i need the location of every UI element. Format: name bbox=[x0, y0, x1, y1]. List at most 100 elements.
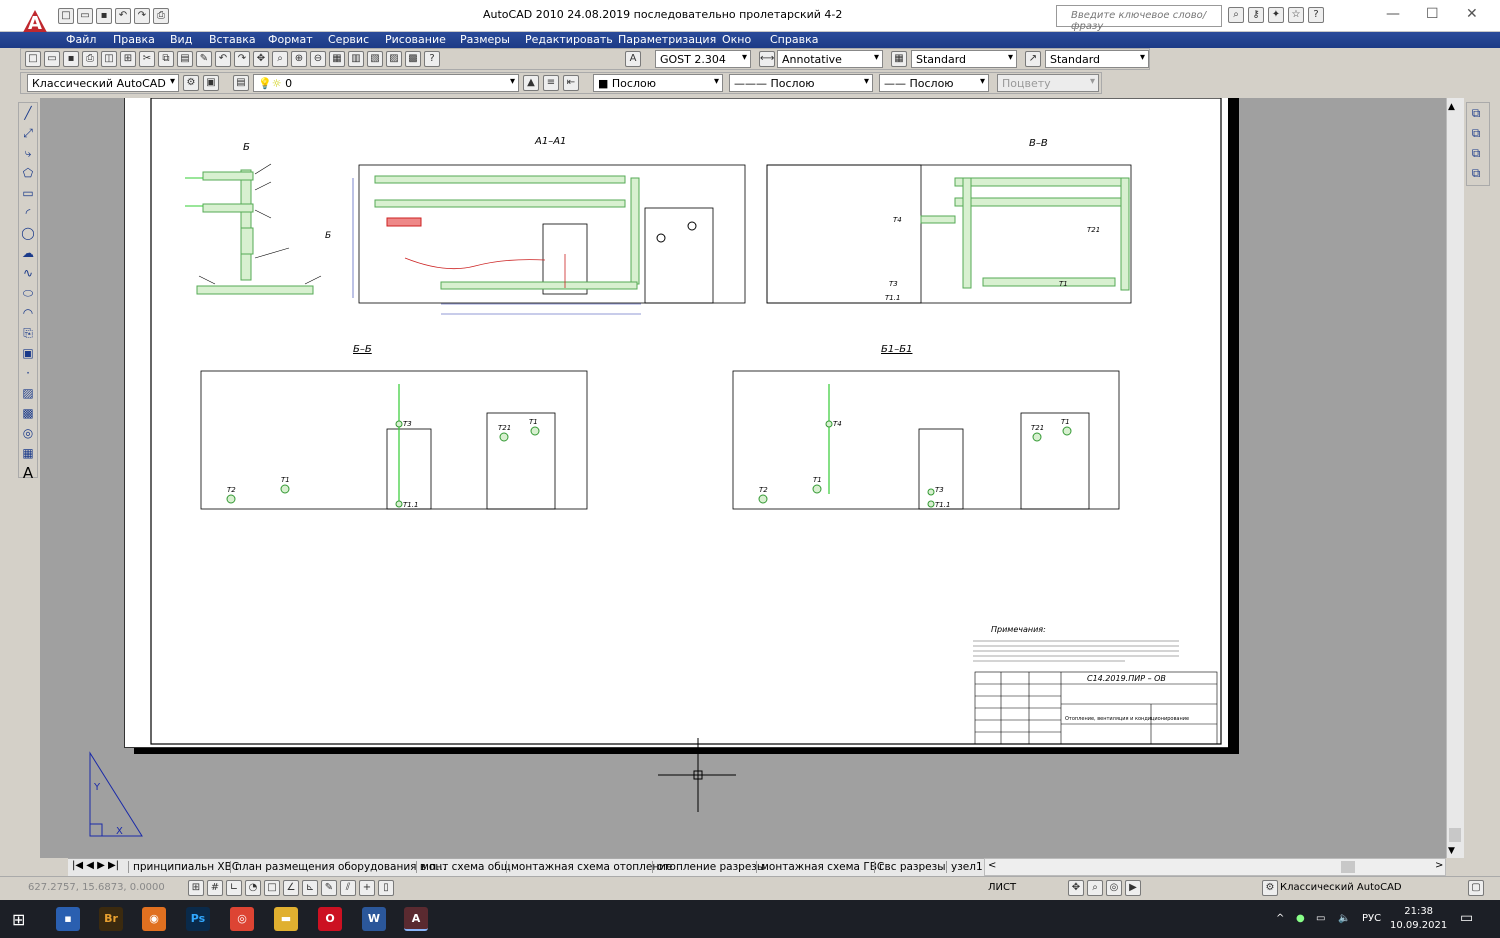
mtext-icon[interactable]: A bbox=[20, 465, 36, 481]
table-style-select[interactable]: Standard bbox=[911, 50, 1017, 68]
plotstyle-select[interactable]: Поцвету bbox=[997, 74, 1099, 92]
explorer-app-icon[interactable]: ▬ bbox=[274, 907, 298, 931]
paste-icon[interactable]: ▤ bbox=[177, 51, 193, 67]
cut-icon[interactable]: ✂ bbox=[139, 51, 155, 67]
menu-format[interactable]: Формат bbox=[268, 33, 313, 46]
otrack-icon[interactable]: ∠ bbox=[283, 880, 299, 896]
space-toggle[interactable]: ЛИСТ bbox=[988, 882, 1016, 893]
word-app-icon[interactable]: W bbox=[362, 907, 386, 931]
layer-manager-icon[interactable]: ▤ bbox=[233, 75, 249, 91]
open-icon[interactable]: ▭ bbox=[44, 51, 60, 67]
save-tb-icon[interactable]: ▪ bbox=[63, 51, 79, 67]
layer-select[interactable]: 💡☼ 0 bbox=[253, 74, 519, 92]
make-current-icon[interactable]: ▲ bbox=[523, 75, 539, 91]
tab-layout-6[interactable]: монтажная схема ГВС bbox=[756, 861, 884, 873]
menu-parametric[interactable]: Параметризация bbox=[618, 33, 716, 46]
scroll-right-icon[interactable]: > bbox=[1435, 860, 1443, 871]
zoom-status-icon[interactable]: ⌕ bbox=[1087, 880, 1103, 896]
bring-front-icon[interactable]: ⧉ bbox=[1468, 105, 1484, 121]
photoshop-app-icon[interactable]: Ps bbox=[186, 907, 210, 931]
clean-screen-icon[interactable]: ▢ bbox=[1468, 880, 1484, 896]
send-under-icon[interactable]: ⧉ bbox=[1468, 165, 1484, 181]
workspace-toggle-icon[interactable]: ▣ bbox=[203, 75, 219, 91]
point-icon[interactable]: · bbox=[20, 365, 36, 381]
layer-prev-icon[interactable]: ⇤ bbox=[563, 75, 579, 91]
dim-style-select[interactable]: Annotative bbox=[777, 50, 883, 68]
scroll-thumb[interactable] bbox=[1449, 828, 1461, 842]
preview-icon[interactable]: ◫ bbox=[101, 51, 117, 67]
new-file-icon[interactable]: □ bbox=[58, 8, 74, 24]
star-icon[interactable]: ☆ bbox=[1288, 7, 1304, 23]
menu-view[interactable]: Вид bbox=[170, 33, 192, 46]
tab-layout-5[interactable]: отопление разрезы bbox=[652, 861, 765, 873]
maximize-icon[interactable]: ☐ bbox=[1426, 6, 1439, 22]
polyline-icon[interactable]: ⤷ bbox=[20, 145, 36, 161]
ellipse-icon[interactable]: ⬭ bbox=[20, 285, 36, 301]
scroll-up-icon[interactable]: ▲ bbox=[1448, 102, 1455, 112]
redo-icon[interactable]: ↷ bbox=[134, 8, 150, 24]
sc-icon[interactable]: ▯ bbox=[378, 880, 394, 896]
zoom-window-icon[interactable]: ⊕ bbox=[291, 51, 307, 67]
help-icon[interactable]: ? bbox=[1308, 7, 1324, 23]
workspace-status[interactable]: Классический AutoCAD bbox=[1280, 882, 1402, 893]
tab-layout-7[interactable]: гвс разрезы bbox=[874, 861, 946, 873]
circle-icon[interactable]: ◯ bbox=[20, 225, 36, 241]
table-icon[interactable]: ▦ bbox=[20, 445, 36, 461]
horizontal-scrollbar[interactable]: < > bbox=[984, 858, 1446, 876]
key-icon[interactable]: ⚷ bbox=[1248, 7, 1264, 23]
tab-layout-8[interactable]: узел1 bbox=[946, 861, 983, 873]
workspace-gear-icon[interactable]: ⚙ bbox=[1262, 880, 1278, 896]
tray-app-icon[interactable]: ● bbox=[1296, 913, 1305, 924]
match-prop-icon[interactable]: ✎ bbox=[196, 51, 212, 67]
polar-icon[interactable]: ◔ bbox=[245, 880, 261, 896]
hatch-icon[interactable]: ▨ bbox=[20, 385, 36, 401]
network-icon[interactable]: ▭ bbox=[1316, 913, 1325, 924]
redo-tb-icon[interactable]: ↷ bbox=[234, 51, 250, 67]
menu-draw[interactable]: Рисование bbox=[385, 33, 446, 46]
hscroll-thumb[interactable] bbox=[1341, 861, 1355, 873]
undo-tb-icon[interactable]: ↶ bbox=[215, 51, 231, 67]
calc-icon[interactable]: ▩ bbox=[405, 51, 421, 67]
minimize-icon[interactable]: — bbox=[1386, 6, 1400, 22]
showmotion-icon[interactable]: ▶ bbox=[1125, 880, 1141, 896]
spline-icon[interactable]: ∿ bbox=[20, 265, 36, 281]
undo-icon[interactable]: ↶ bbox=[115, 8, 131, 24]
ducs-icon[interactable]: ⊾ bbox=[302, 880, 318, 896]
plot-icon[interactable]: ⎙ bbox=[153, 8, 169, 24]
pan-icon[interactable]: ✥ bbox=[253, 51, 269, 67]
dim-style-icon[interactable]: ⟷ bbox=[759, 51, 775, 67]
menu-modify[interactable]: Редактировать bbox=[525, 33, 613, 46]
workspace-settings-icon[interactable]: ⚙ bbox=[183, 75, 199, 91]
tab-nav-icons[interactable]: |◀ ◀ ▶ ▶| bbox=[72, 860, 119, 871]
mleader-style-icon[interactable]: ↗ bbox=[1025, 51, 1041, 67]
volume-icon[interactable]: 🔈 bbox=[1338, 913, 1350, 924]
zoom-prev-icon[interactable]: ⊖ bbox=[310, 51, 326, 67]
qp-icon[interactable]: + bbox=[359, 880, 375, 896]
properties-icon[interactable]: ▦ bbox=[329, 51, 345, 67]
grid-icon[interactable]: # bbox=[207, 880, 223, 896]
search-input[interactable]: Введите ключевое слово/фразу bbox=[1056, 5, 1222, 32]
make-block-icon[interactable]: ▣ bbox=[20, 345, 36, 361]
rectangle-icon[interactable]: ▭ bbox=[20, 185, 36, 201]
menu-tools[interactable]: Сервис bbox=[328, 33, 369, 46]
lang-indicator[interactable]: РУС bbox=[1362, 913, 1381, 924]
windows-start-icon[interactable]: ⊞ bbox=[12, 910, 25, 929]
menu-help[interactable]: Справка bbox=[770, 33, 818, 46]
help-tb-icon[interactable]: ? bbox=[424, 51, 440, 67]
chrome-app-icon[interactable]: ◎ bbox=[230, 907, 254, 931]
clock[interactable]: 21:38 10.09.2021 bbox=[1390, 905, 1447, 933]
scroll-left-icon[interactable]: < bbox=[988, 860, 996, 871]
tab-layout-4[interactable]: монтажная схема отопление bbox=[506, 861, 672, 873]
autocad-app-icon[interactable]: A bbox=[404, 907, 428, 931]
arc-icon[interactable]: ◜ bbox=[20, 205, 36, 221]
tab-layout-3[interactable]: монт схема общ bbox=[416, 861, 511, 873]
menu-window[interactable]: Окно bbox=[722, 33, 751, 46]
publish-icon[interactable]: ⊞ bbox=[120, 51, 136, 67]
tray-chevron-icon[interactable]: ^ bbox=[1276, 913, 1284, 924]
binoculars-icon[interactable]: ⌕ bbox=[1228, 7, 1244, 23]
workspace-select[interactable]: Классический AutoCAD bbox=[27, 74, 179, 92]
browser-app-icon[interactable]: ◉ bbox=[142, 907, 166, 931]
lineweight-select[interactable]: —— Послою bbox=[879, 74, 989, 92]
ellipse-arc-icon[interactable]: ◠ bbox=[20, 305, 36, 321]
lwt-icon[interactable]: ⫽ bbox=[340, 880, 356, 896]
